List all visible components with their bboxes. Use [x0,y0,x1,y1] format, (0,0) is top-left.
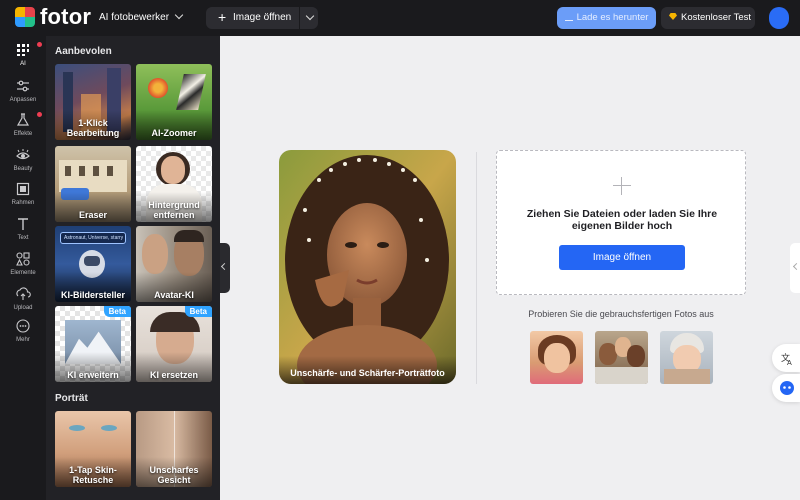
tool-tile-blur-face[interactable]: Unscharfes Gesicht [136,411,212,487]
chatbot-icon [780,381,794,395]
upload-dropzone[interactable]: Ziehen Sie Dateien oder laden Sie Ihre e… [496,150,746,295]
tool-tile-ai-replace[interactable]: Beta KI ersetzen [136,306,212,382]
open-image-primary-button[interactable]: Image öffnen [559,245,685,270]
sample-photos-hint: Probieren Sie die gebrauchsfertigen Foto… [528,309,714,319]
rail-label: Mehr [16,337,30,343]
tile-label: 1-Tap Skin-Retusche [69,465,117,485]
portrait-illustration [279,150,456,384]
diamond-icon [669,13,677,20]
download-button-label: Lade es herunter [576,12,649,23]
rail-label: Beauty [13,166,33,172]
rail-label: Elemente [10,270,36,276]
sample-hero-photo[interactable]: Unschärfe- und Schärfer-Porträtfoto [279,150,456,384]
sample-photo-2[interactable] [595,331,648,384]
free-trial-button[interactable]: Kostenloser Test [661,7,755,29]
tool-tile-skin-retouch[interactable]: 1-Tap Skin-Retusche [55,411,131,487]
open-image-button[interactable]: Image öffnen [233,12,291,23]
divider [299,7,300,29]
ai-grid-icon [17,44,29,56]
tool-tile-ai-image-generator[interactable]: Astronaut, Universe, starry KI-Bilderste… [55,226,131,302]
rail-label: AI [20,61,26,67]
free-trial-label: Kostenloser Test [681,12,752,23]
rail-label: Text [17,235,29,241]
beta-badge: Beta [103,306,131,317]
tool-tile-eraser[interactable]: Eraser [55,146,131,222]
notification-dot [37,42,42,47]
fotor-logo-icon[interactable] [15,7,35,27]
rail-item-elements[interactable]: Elemente [0,251,46,287]
rail-item-frame[interactable]: Rahmen [0,181,46,217]
tool-rail: AI Anpassen Effekte Beauty Rahmen Text E… [0,36,46,500]
divider [476,152,477,384]
translate-icon: 文A [781,352,792,367]
rail-label: Rahmen [11,200,35,206]
rail-item-effects[interactable]: Effekte [0,112,46,148]
rail-label: Anpassen [9,97,37,103]
rail-label: Effekte [13,131,33,137]
sample-photo-1[interactable] [530,331,583,384]
tile-label: KI ersetzen [149,370,199,380]
plus-icon [613,177,631,195]
expand-right-panel-button[interactable] [790,243,800,293]
svg-text:A: A [787,359,792,367]
tile-label: AI-Zoomer [151,128,197,138]
ai-tools-panel: Aanbevolen 1-Klick Bearbeitung AI-Zoomer… [46,36,220,500]
chevron-down-icon [174,10,184,20]
beta-badge: Beta [184,306,212,317]
tile-label: Unscharfes Gesicht [149,465,199,485]
hero-caption: Unschärfe- und Schärfer-Porträtfoto [279,356,456,384]
notification-dot [37,112,42,117]
rail-item-upload[interactable]: Upload [0,286,46,322]
flask-icon [16,113,30,126]
tile-label: Avatar-KI [154,290,194,300]
rail-item-more[interactable]: Mehr [0,318,46,354]
app-menu-dropdown[interactable]: AI fotobewerker [99,10,184,23]
tile-label: 1-Klick Bearbeitung [66,118,120,138]
sample-photo-3[interactable] [660,331,713,384]
download-icon [564,13,573,21]
prompt-preview: Astronaut, Universe, starry [60,232,126,244]
section-title-portrait: Porträt [55,393,88,404]
chevron-left-icon [792,262,800,271]
brand-name[interactable]: fotor [40,4,91,30]
eye-icon [16,149,30,160]
top-bar: fotor AI fotobewerker + Image öffnen Lad… [0,0,800,36]
tool-tile-ai-expand[interactable]: Beta KI erweitern [55,306,131,382]
sliders-icon [17,80,29,92]
more-icon [16,319,30,333]
collapse-panel-button[interactable] [220,243,230,293]
app-menu-label: AI fotobewerker [99,12,170,23]
section-title-recommended: Aanbevolen [55,46,112,57]
download-button[interactable]: Lade es herunter [557,7,656,29]
dropzone-instruction: Ziehen Sie Dateien oder laden Sie Ihre e… [526,208,718,232]
rail-item-beauty[interactable]: Beauty [0,147,46,183]
tile-label: KI-Bildersteller [60,290,126,300]
open-image-button-group: + Image öffnen [206,7,318,29]
text-icon [18,218,28,230]
rail-item-adjust[interactable]: Anpassen [0,78,46,114]
tile-label: Eraser [78,210,108,220]
rail-label: Upload [13,305,33,311]
user-avatar[interactable] [769,7,789,29]
upload-icon [16,287,31,300]
chevron-left-icon [220,262,229,271]
rail-item-text[interactable]: Text [0,216,46,252]
translate-button[interactable]: 文A [772,344,800,372]
rail-item-ai[interactable]: AI [0,42,46,78]
tile-label: KI erweitern [67,370,119,380]
tool-tile-one-click-edit[interactable]: 1-Klick Bearbeitung [55,64,131,140]
tool-tile-ai-zoomer[interactable]: AI-Zoomer [136,64,212,140]
shapes-icon [16,252,30,266]
tool-tile-avatar-ai[interactable]: Avatar-KI [136,226,212,302]
open-image-dropdown-chevron-icon[interactable] [305,11,315,21]
plus-icon: + [218,9,227,25]
tile-label: Hintergrund entfernen [148,200,200,220]
frame-icon [16,182,30,196]
tool-tile-remove-background[interactable]: Hintergrund entfernen [136,146,212,222]
assistant-bot-button[interactable] [772,374,800,402]
